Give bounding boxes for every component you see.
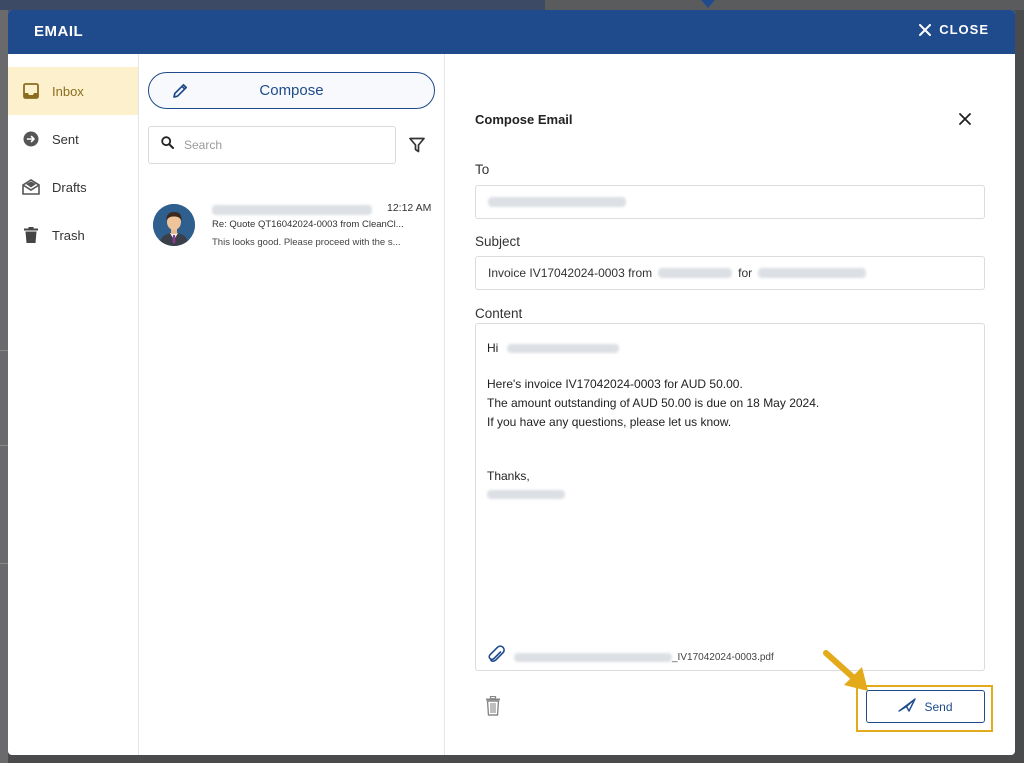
folder-sent[interactable]: Sent: [8, 115, 138, 163]
message-list: Compose Search 12:12 AM Re: Quote QT1604…: [139, 54, 445, 755]
trash-icon: [22, 226, 40, 244]
to-field[interactable]: [475, 185, 985, 219]
paperclip-icon: [488, 645, 506, 670]
message-preview: This looks good. Please proceed with the…: [212, 237, 401, 248]
email-modal: EMAIL CLOSE Inbox Sent Drafts Trash Comp…: [8, 10, 1015, 755]
to-label: To: [475, 162, 490, 177]
background-header-right: [545, 0, 1024, 10]
subject-label: Subject: [475, 234, 521, 249]
modal-title: EMAIL: [34, 23, 84, 40]
folder-drafts[interactable]: Drafts: [8, 163, 138, 211]
search-icon: [161, 136, 174, 154]
company-redacted: [658, 268, 733, 278]
attachment-name-redacted: [514, 653, 672, 662]
background-pointer: [701, 0, 715, 8]
send-button[interactable]: Send: [866, 690, 985, 723]
sender-name-redacted: [212, 202, 372, 215]
client-redacted: [758, 268, 867, 278]
attachment-name: _IV17042024-0003.pdf: [514, 652, 774, 663]
greeting-line: Hi: [487, 341, 619, 355]
signoff: Thanks,: [487, 469, 530, 483]
attachment-suffix: _IV17042024-0003.pdf: [672, 652, 774, 663]
inbox-icon: [22, 82, 40, 100]
background-page-edge: [0, 10, 8, 763]
subject-field[interactable]: Invoice IV17042024-0003 from for: [475, 256, 985, 290]
folder-label: Trash: [52, 227, 85, 243]
folder-label: Sent: [52, 131, 79, 147]
subject-for: for: [738, 266, 753, 280]
send-icon: [898, 698, 917, 715]
content-line: If you have any questions, please let us…: [487, 415, 732, 429]
folder-trash[interactable]: Trash: [8, 211, 138, 259]
drafts-icon: [22, 178, 40, 196]
close-button[interactable]: CLOSE: [919, 22, 989, 37]
attachment[interactable]: _IV17042024-0003.pdf: [488, 645, 774, 670]
compose-button[interactable]: Compose: [148, 72, 435, 109]
sent-icon: [22, 130, 40, 148]
close-compose-icon[interactable]: [959, 112, 971, 130]
search-box: [148, 126, 396, 164]
folder-inbox[interactable]: Inbox: [8, 67, 138, 115]
search-input[interactable]: [184, 138, 374, 152]
content-line: Here's invoice IV17042024-0003 for AUD 5…: [487, 377, 743, 391]
content-editor[interactable]: Hi Here's invoice IV17042024-0003 for AU…: [475, 323, 985, 671]
subject-prefix: Invoice IV17042024-0003 from: [488, 266, 653, 280]
folder-label: Inbox: [52, 83, 84, 99]
discard-trash-icon[interactable]: [485, 695, 501, 721]
client-name-redacted: [506, 344, 619, 354]
message-time: 12:12 AM: [387, 202, 432, 214]
content-line: The amount outstanding of AUD 50.00 is d…: [487, 396, 820, 410]
compose-label: Compose: [259, 82, 324, 99]
send-label: Send: [924, 699, 953, 714]
signature-redacted: [487, 488, 565, 502]
background-divider: [0, 563, 8, 564]
modal-header: EMAIL CLOSE: [8, 10, 1015, 54]
close-icon: [919, 23, 932, 36]
compose-pane: Compose Email To Subject Invoice IV17042…: [445, 54, 1015, 755]
sender-avatar: [153, 204, 195, 246]
background-divider: [0, 350, 8, 351]
recipient-redacted: [488, 197, 626, 207]
compose-title: Compose Email: [475, 112, 573, 127]
message-item[interactable]: 12:12 AM Re: Quote QT16042024-0003 from …: [139, 194, 444, 250]
folder-label: Drafts: [52, 179, 87, 195]
filter-icon[interactable]: [409, 137, 425, 158]
background-divider: [0, 445, 8, 446]
greeting: Hi: [487, 341, 499, 355]
message-subject: Re: Quote QT16042024-0003 from CleanCl..…: [212, 219, 404, 230]
content-label: Content: [475, 306, 523, 321]
pencil-icon: [171, 82, 189, 104]
folder-sidebar: Inbox Sent Drafts Trash: [8, 54, 139, 755]
close-label: CLOSE: [939, 22, 989, 37]
